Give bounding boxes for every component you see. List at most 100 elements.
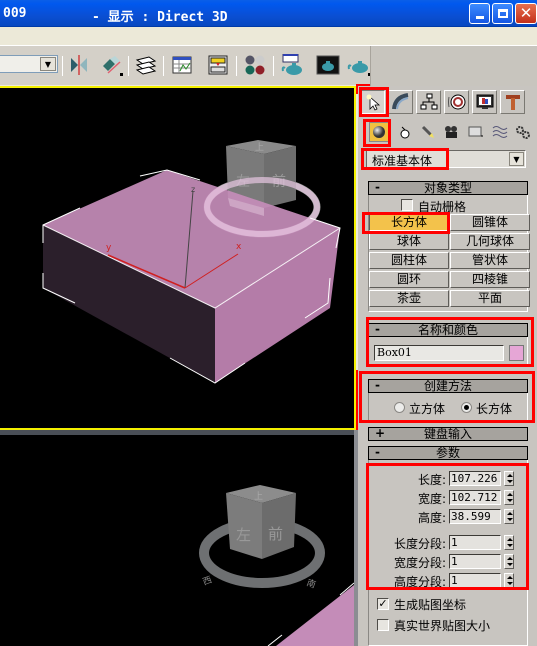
- quick-render-button[interactable]: [347, 54, 371, 76]
- autogrid-checkbox[interactable]: [401, 199, 413, 211]
- pyramid-button[interactable]: 四棱锥: [450, 271, 530, 288]
- align-button[interactable]: [99, 54, 123, 76]
- length-spinner[interactable]: [504, 471, 514, 486]
- tab-create[interactable]: [360, 90, 385, 114]
- creation-method-title: 创建方法: [423, 379, 472, 393]
- sphere-button[interactable]: 球体: [369, 233, 449, 250]
- width-segments-spinner[interactable]: [504, 554, 514, 569]
- length-label: 长度:: [417, 473, 446, 487]
- autogrid-label: 自动栅格: [418, 200, 467, 214]
- creation-method-header[interactable]: - 创建方法: [368, 378, 528, 393]
- width-segments-label: 宽度分段:: [393, 556, 446, 570]
- height-segments-spinner[interactable]: [504, 573, 514, 588]
- dropdown-arrow-icon[interactable]: ▼: [509, 152, 524, 166]
- viewcube-left-label: 左: [236, 526, 251, 544]
- y-axis-label: y: [106, 243, 112, 253]
- lights-icon: [421, 125, 434, 138]
- window-title: - 显示 : Direct 3D: [92, 10, 228, 25]
- width-spinner[interactable]: [504, 490, 514, 505]
- minimize-button[interactable]: [469, 3, 490, 24]
- box-radio[interactable]: [461, 402, 472, 413]
- material-editor-icon: [245, 55, 265, 75]
- toolbar-separator: [236, 56, 237, 76]
- curve-editor-button[interactable]: [170, 54, 194, 76]
- cylinder-button[interactable]: 圆柱体: [369, 252, 449, 269]
- geosphere-button[interactable]: 几何球体: [450, 233, 530, 250]
- object-name-input[interactable]: Box01: [374, 345, 504, 361]
- parameters-header[interactable]: - 参数: [368, 445, 528, 460]
- teapot-button[interactable]: 茶壶: [369, 290, 449, 307]
- space-warps-icon: [492, 126, 508, 138]
- layer-manager-button[interactable]: [134, 54, 158, 76]
- toolbar-separator: [128, 56, 129, 76]
- helpers-button[interactable]: [466, 122, 486, 142]
- menu-bar: [0, 28, 537, 45]
- restore-button[interactable]: [492, 3, 513, 24]
- mirror-button[interactable]: [67, 54, 91, 76]
- viewcube-top-label: 上: [254, 491, 263, 502]
- bottom-viewport[interactable]: 上 左 前 西 南: [0, 435, 354, 646]
- torus-button[interactable]: 圆环: [369, 271, 449, 288]
- rendered-frame-window-button[interactable]: [316, 54, 340, 76]
- collapse-icon: -: [375, 445, 380, 459]
- tab-modify[interactable]: [388, 90, 413, 114]
- tab-display[interactable]: [472, 90, 497, 114]
- title-bar: 009 - 显示 : Direct 3D ✕: [0, 0, 537, 27]
- cone-button[interactable]: 圆锥体: [450, 214, 530, 231]
- named-selection-set-dropdown[interactable]: ▼: [0, 55, 58, 73]
- hierarchy-icon: [420, 93, 437, 110]
- tab-hierarchy[interactable]: [416, 90, 441, 114]
- length-segments-input[interactable]: 1: [449, 535, 501, 550]
- helpers-icon: [468, 126, 483, 137]
- height-input[interactable]: 38.599: [449, 509, 501, 524]
- plane-button[interactable]: 平面: [450, 290, 530, 307]
- perspective-viewport[interactable]: 上 左 前 z y x: [0, 86, 356, 430]
- object-type-header[interactable]: - 对象类型: [368, 180, 528, 195]
- toolbar-separator: [273, 56, 274, 76]
- box-button[interactable]: 长方体: [369, 214, 449, 231]
- curve-editor-icon: [172, 56, 192, 74]
- dropdown-arrow-icon[interactable]: ▼: [40, 57, 56, 71]
- name-color-header[interactable]: - 名称和颜色: [368, 322, 528, 337]
- width-segments-input[interactable]: 1: [449, 554, 501, 569]
- geometry-button[interactable]: [369, 122, 389, 142]
- collapse-icon: -: [375, 180, 380, 194]
- schematic-view-button[interactable]: [206, 54, 230, 76]
- height-segments-input[interactable]: 1: [449, 573, 501, 588]
- align-icon: [103, 56, 121, 74]
- box-partial[interactable]: [276, 585, 354, 646]
- close-button[interactable]: ✕: [515, 3, 537, 24]
- tab-motion[interactable]: [444, 90, 469, 114]
- length-segments-spinner[interactable]: [504, 535, 514, 550]
- cube-radio[interactable]: [394, 402, 405, 413]
- real-world-map-size-checkbox[interactable]: [377, 619, 389, 631]
- lights-button[interactable]: [418, 122, 438, 142]
- toolbar-overflow-area: [370, 46, 537, 86]
- cameras-button[interactable]: [442, 122, 462, 142]
- shapes-button[interactable]: [395, 122, 415, 142]
- keyboard-entry-header[interactable]: + 键盘输入: [368, 426, 528, 441]
- schematic-view-icon: [208, 55, 228, 75]
- compass-south-label: 南: [305, 577, 318, 591]
- render-setup-button[interactable]: [281, 54, 305, 76]
- generate-mapping-checkbox[interactable]: ✓: [377, 598, 389, 610]
- width-label: 宽度:: [417, 492, 446, 506]
- tab-utilities[interactable]: [500, 90, 525, 114]
- toolbar-separator: [62, 56, 63, 76]
- z-axis-label: z: [191, 185, 195, 194]
- height-segments-label: 高度分段:: [393, 575, 446, 589]
- width-input[interactable]: 102.712: [449, 490, 501, 505]
- object-category-dropdown[interactable]: 标准基本体 ▼: [366, 150, 526, 168]
- space-warps-button[interactable]: [490, 122, 510, 142]
- object-color-swatch[interactable]: [509, 345, 524, 361]
- systems-button[interactable]: [513, 122, 533, 142]
- height-spinner[interactable]: [504, 509, 514, 524]
- tube-button[interactable]: 管状体: [450, 252, 530, 269]
- create-icon: [366, 94, 380, 111]
- length-input[interactable]: 107.226: [449, 471, 501, 486]
- main-toolbar: ▼: [0, 45, 537, 86]
- rendered-frame-window-icon: [316, 55, 340, 75]
- expand-icon: +: [375, 426, 386, 440]
- viewcube-front-label: 前: [268, 525, 283, 543]
- material-editor-button[interactable]: [243, 54, 267, 76]
